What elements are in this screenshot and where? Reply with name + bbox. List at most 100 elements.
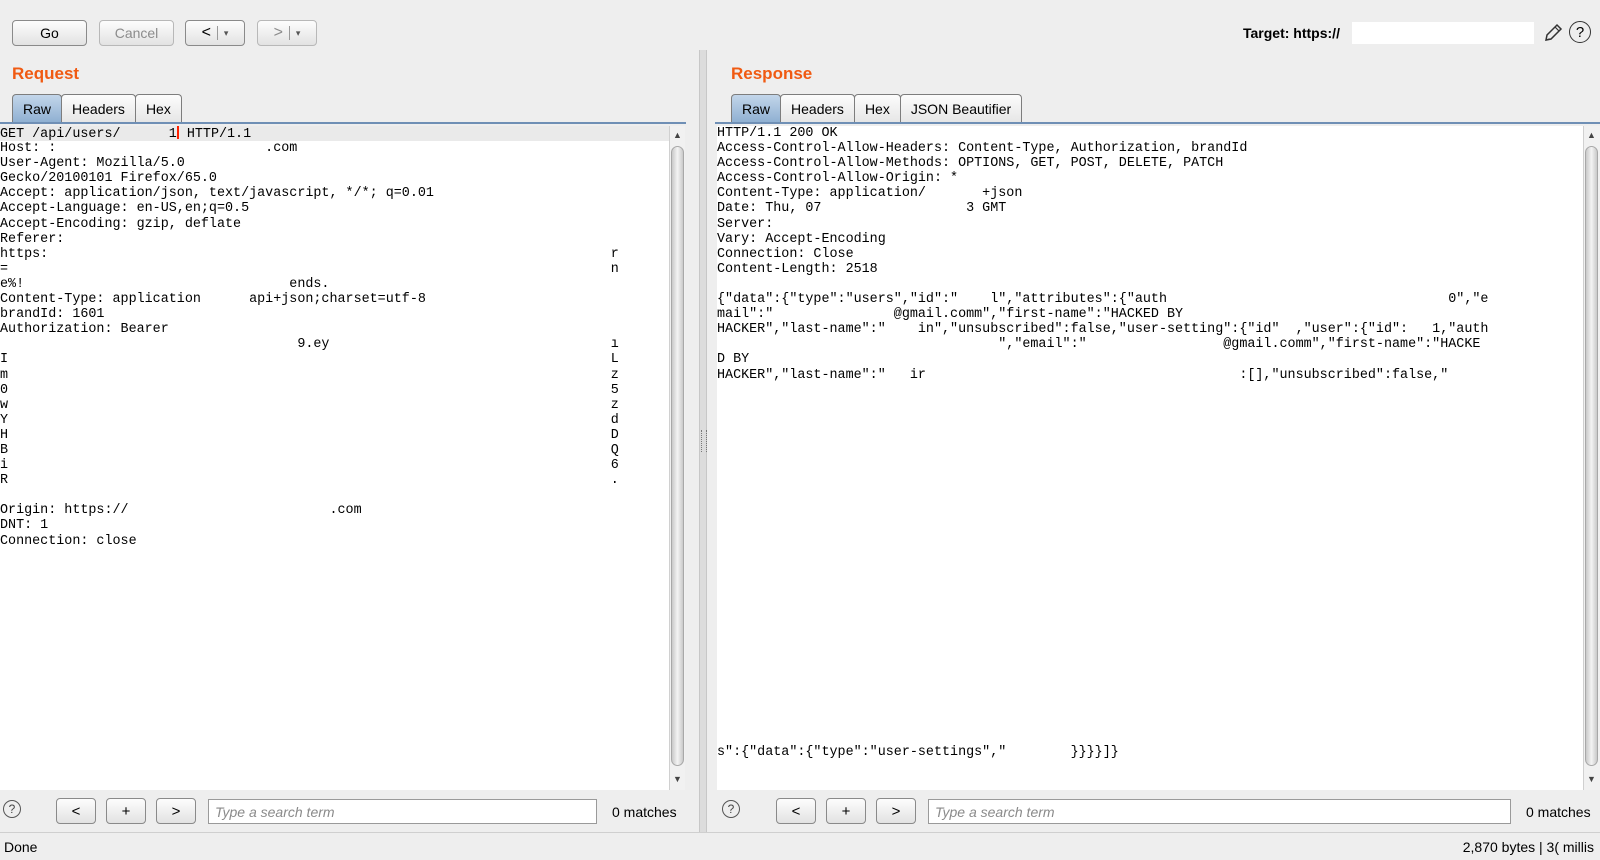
response-line: Vary: Accept-Encoding [717,231,886,247]
scroll-thumb[interactable] [671,146,684,766]
help-glyph: ? [8,802,16,816]
response-line [717,639,1583,654]
help-glyph: ? [1575,23,1585,41]
tab-request-raw[interactable]: Raw [12,94,63,122]
request-search-next-button[interactable]: > [156,798,196,824]
response-body: HTTP/1.1 200 OK Access-Control-Allow-Head… [717,126,1583,760]
response-line [717,654,1583,669]
back-button[interactable]: < ▾ [185,20,245,46]
response-line [717,277,1583,292]
response-line: Access-Control-Allow-Headers: Content-Ty… [717,141,1248,157]
tab-label: Raw [742,100,771,117]
forward-button[interactable]: > ▾ [257,20,317,46]
scroll-down-icon[interactable]: ▼ [670,772,685,786]
scroll-up-icon[interactable]: ▲ [670,128,685,142]
back-arrow-icon: < [201,24,211,41]
tab-response-hex[interactable]: Hex [853,94,901,122]
request-line: User-Agent: Mozilla/5.0 [0,156,185,172]
request-line: Content-Type: application api+json;chars… [0,292,426,308]
plus-icon: + [841,802,851,820]
help-icon[interactable]: ? [3,800,21,818]
request-search-input[interactable] [208,799,597,824]
tab-response-raw[interactable]: Raw [731,94,782,122]
request-line: 0 5 [0,382,619,398]
tab-request-hex[interactable]: Hex [134,94,182,122]
response-search-next-button[interactable]: > [876,798,916,824]
response-line [717,700,1583,715]
response-search-prev-button[interactable]: < [776,798,816,824]
response-line: {"data":{"type":"users","id":" l","attri… [717,292,1489,308]
forward-arrow-icon: > [273,24,283,41]
prev-icon: < [71,802,81,820]
target-field[interactable] [1352,22,1534,44]
request-matches-count: 0 matches [612,804,677,820]
back-dropdown-icon[interactable]: ▾ [224,28,229,39]
tab-label: Headers [72,100,125,117]
help-icon[interactable]: ? [1569,21,1591,43]
request-line: Accept-Language: en-US,en;q=0.5 [0,201,250,217]
go-button-label: Go [40,25,59,41]
response-size-time: 2,870 bytes | 3( millis [1462,839,1594,855]
tab-request-headers[interactable]: Headers [61,94,136,122]
response-search-add-button[interactable]: + [826,798,866,824]
response-matches-count: 0 matches [1526,804,1591,820]
target-label: Target: https:// [1243,25,1340,41]
response-title: Response [731,64,813,83]
request-editor[interactable]: GET /api/users/ 1 HTTP/1.1 Host: : .com Us… [0,126,669,790]
next-icon: > [891,802,901,820]
request-line: R . [0,473,619,489]
response-line [717,715,1583,730]
response-line: s":{"data":{"type":"user-settings"," }}}… [717,744,1119,760]
request-line: I L [0,352,619,368]
tab-response-headers[interactable]: Headers [780,94,855,122]
next-icon: > [171,802,181,820]
scroll-up-icon[interactable]: ▲ [1584,128,1599,142]
request-line: Origin: https:// .com [0,503,362,519]
request-title: Request [12,64,80,83]
tab-response-json-beautifier[interactable]: JSON Beautifier [899,94,1023,122]
help-icon[interactable]: ? [722,800,740,818]
split-divider[interactable] [699,50,707,832]
response-line [717,534,1583,549]
forward-dropdown-icon[interactable]: ▾ [296,28,301,39]
request-line: GET /api/users/ 1 HTTP/1.1 [0,126,669,142]
response-line [717,624,1583,639]
pencil-icon[interactable] [1543,22,1563,44]
plus-icon: + [121,802,131,820]
status-text: Done [4,839,38,855]
request-line: H D [0,427,619,443]
go-button[interactable]: Go [12,20,87,46]
response-line: HACKER","last-name":" in","unsubscribed"… [717,322,1489,338]
response-line [717,669,1583,684]
request-line: DNT: 1 [0,518,49,534]
request-line: Host: : .com [0,141,298,157]
response-scrollbar[interactable]: ▲ ▼ [1583,126,1600,790]
request-scrollbar[interactable]: ▲ ▼ [669,126,685,790]
cancel-button[interactable]: Cancel [99,20,174,46]
scroll-thumb[interactable] [1585,146,1598,766]
response-line [717,609,1583,624]
response-line: Server: [717,216,774,232]
response-line [717,473,1583,488]
divider-grip[interactable] [701,430,707,452]
response-line [717,503,1583,518]
request-line-text: HTTP/1.1 [178,127,252,142]
request-tabs: Raw Headers Hex [12,94,182,122]
request-line: Accept: application/json, text/javascrip… [0,186,434,202]
response-line: Connection: Close [717,246,854,262]
request-line: Connection: close [0,533,137,549]
help-glyph: ? [727,802,735,816]
request-body: GET /api/users/ 1 HTTP/1.1 Host: : .com Us… [0,126,669,549]
response-line: mail":" @gmail.comm","first-name":"HACKE… [717,307,1184,323]
response-editor[interactable]: HTTP/1.1 200 OK Access-Control-Allow-Head… [717,126,1583,790]
response-line [717,428,1583,443]
request-search-add-button[interactable]: + [106,798,146,824]
scroll-down-icon[interactable]: ▼ [1584,772,1599,786]
request-line: m z [0,367,619,383]
response-line: Access-Control-Allow-Origin: * [717,171,959,187]
response-search-input[interactable] [928,799,1511,824]
request-search-prev-button[interactable]: < [56,798,96,824]
request-line: Accept-Encoding: gzip, deflate [0,216,242,232]
request-tab-underline [0,122,686,124]
request-line: brandId: 1601 [0,307,105,323]
